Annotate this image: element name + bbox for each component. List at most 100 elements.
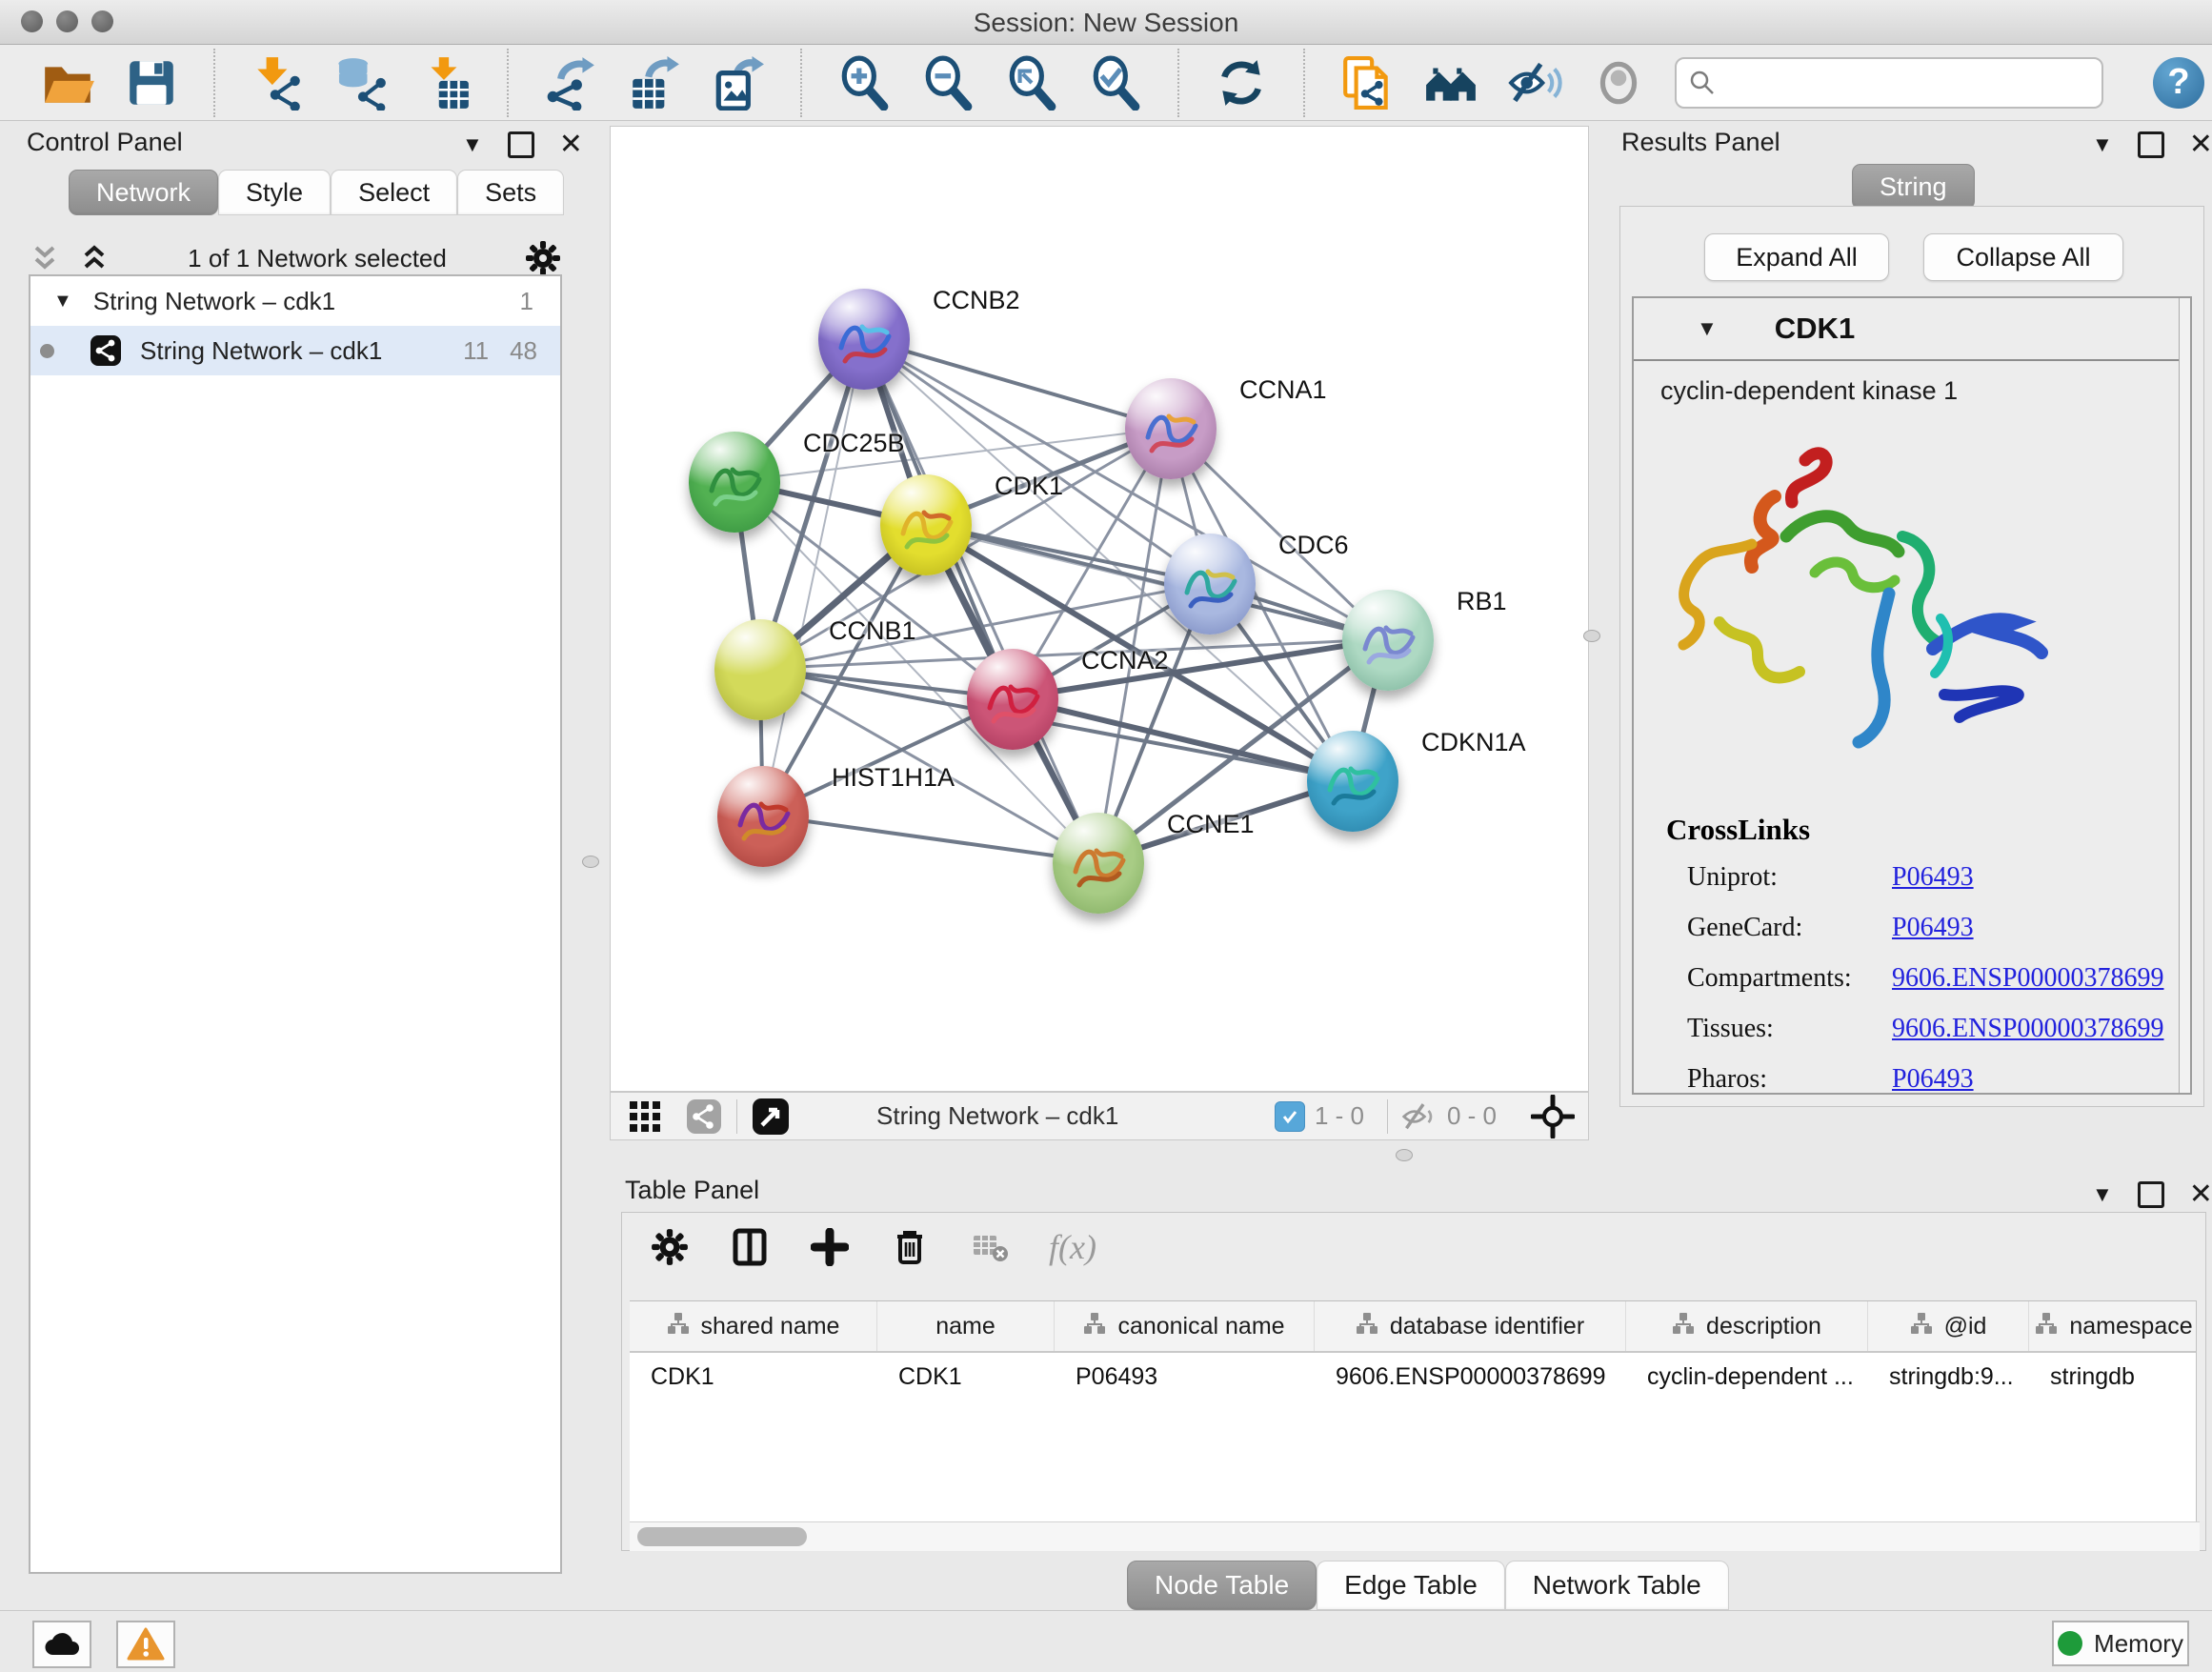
right-splitter-handle[interactable]: [1583, 630, 1600, 642]
node-table: shared name name canonical namedatabase id…: [630, 1300, 2200, 1400]
open-session-icon[interactable]: [40, 55, 95, 111]
column-header-namespace[interactable]: namespace: [2029, 1301, 2200, 1351]
results-scrollbar[interactable]: [2179, 298, 2190, 1093]
network-options-gear-icon[interactable]: [524, 239, 562, 277]
hidden-eye-icon[interactable]: [1401, 1098, 1438, 1135]
grid-view-icon[interactable]: [626, 1098, 664, 1136]
table-cell: CDK1: [630, 1353, 877, 1400]
panel-menu-icon[interactable]: ▼: [462, 132, 483, 157]
table-splitter-handle[interactable]: [1396, 1149, 1413, 1161]
delete-table-icon[interactable]: [969, 1226, 1011, 1268]
table-row[interactable]: CDK1CDK1P064939606.ENSP00000378699cyclin…: [630, 1353, 2200, 1400]
node-CCNA2[interactable]: [967, 649, 1058, 750]
zoom-selected-icon[interactable]: [1088, 55, 1143, 111]
tab-node-table[interactable]: Node Table: [1127, 1561, 1317, 1610]
cloud-button[interactable]: [32, 1621, 91, 1668]
network-tree-child-row[interactable]: String Network – cdk1 11 48: [30, 326, 560, 375]
node-CDKN1A[interactable]: [1307, 731, 1398, 832]
tab-network[interactable]: Network: [69, 170, 218, 215]
detach-view-icon[interactable]: [751, 1097, 791, 1137]
crosslink-link[interactable]: P06493: [1892, 1064, 1974, 1095]
column-header-description[interactable]: description: [1626, 1301, 1868, 1351]
panel-close-icon[interactable]: ✕: [2189, 128, 2212, 161]
import-table-file-icon[interactable]: [417, 55, 473, 111]
panel-float-icon[interactable]: [508, 131, 534, 158]
tab-style[interactable]: Style: [218, 170, 331, 215]
tab-network-table[interactable]: Network Table: [1505, 1561, 1729, 1610]
export-network-icon[interactable]: [543, 55, 598, 111]
node-RB1[interactable]: [1342, 590, 1434, 691]
tab-select[interactable]: Select: [331, 170, 457, 215]
selected-checkbox-icon[interactable]: [1275, 1101, 1305, 1132]
tab-edge-table[interactable]: Edge Table: [1317, 1561, 1505, 1610]
show-columns-icon[interactable]: [729, 1226, 771, 1268]
edge-CCNB2-CCNA1[interactable]: [863, 339, 1169, 429]
table-vertical-scrollbar[interactable]: [2196, 1300, 2205, 1521]
memory-button[interactable]: Memory: [2052, 1621, 2189, 1666]
node-CCNB1[interactable]: [714, 619, 806, 720]
table-options-gear-icon[interactable]: [649, 1226, 691, 1268]
panel-float-icon[interactable]: [2138, 1181, 2164, 1208]
panel-menu-icon[interactable]: ▼: [2092, 1182, 2113, 1207]
node-CDK1[interactable]: [880, 474, 972, 575]
hide-selected-icon[interactable]: [1507, 55, 1562, 111]
node-CCNE1[interactable]: [1053, 813, 1144, 914]
crosslink-link[interactable]: P06493: [1892, 913, 1974, 943]
table-cell: CDK1: [877, 1353, 1055, 1400]
expand-all-button[interactable]: Expand All: [1704, 233, 1889, 281]
column-header-name[interactable]: name: [877, 1301, 1055, 1351]
scrollbar-thumb[interactable]: [637, 1527, 807, 1546]
export-table-icon[interactable]: [627, 55, 682, 111]
column-header-label: name: [935, 1313, 995, 1340]
collapse-all-icon[interactable]: [29, 242, 61, 274]
tree-collapse-icon[interactable]: ▼: [53, 291, 72, 312]
function-builder-icon[interactable]: f(x): [1049, 1227, 1096, 1267]
left-splitter-handle[interactable]: [582, 856, 599, 868]
import-network-file-icon[interactable]: [250, 55, 305, 111]
warnings-button[interactable]: [116, 1621, 175, 1668]
column-header-shared-name[interactable]: shared name: [630, 1301, 877, 1351]
crosslink-link[interactable]: 9606.ENSP00000378699: [1892, 1014, 2163, 1044]
column-header-canonical-name[interactable]: canonical name: [1055, 1301, 1315, 1351]
delete-column-icon[interactable]: [889, 1226, 931, 1268]
edge-CCNE1-HIST1H1A[interactable]: [763, 816, 1097, 862]
network-view-icon[interactable]: [685, 1098, 723, 1136]
column-header-@id[interactable]: @id: [1868, 1301, 2029, 1351]
node-HIST1H1A[interactable]: [717, 766, 809, 867]
help-button[interactable]: ?: [2153, 57, 2204, 109]
tab-sets[interactable]: Sets: [457, 170, 564, 215]
panel-close-icon[interactable]: ✕: [559, 128, 583, 161]
edge-CCNB2-HIST1H1A[interactable]: [763, 339, 864, 816]
network-tree-root-row[interactable]: ▼ String Network – cdk1 1: [30, 276, 560, 326]
collapse-all-button[interactable]: Collapse All: [1923, 233, 2123, 281]
collapse-section-icon[interactable]: ▼: [1697, 316, 1718, 341]
node-CDC6[interactable]: [1164, 534, 1256, 635]
network-canvas[interactable]: CCNB2CCNA1CDC25BCDK1CDC6RB1CCNB1CCNA2CDK…: [610, 126, 1589, 1092]
node-CCNB2[interactable]: [818, 289, 910, 390]
export-image-icon[interactable]: [711, 55, 766, 111]
zoom-in-icon[interactable]: [836, 55, 892, 111]
panel-float-icon[interactable]: [2138, 131, 2164, 158]
new-network-from-selection-icon[interactable]: [1339, 55, 1395, 111]
birdseye-view-icon[interactable]: [1531, 1095, 1575, 1138]
zoom-fit-icon[interactable]: [1004, 55, 1059, 111]
create-column-icon[interactable]: [809, 1226, 851, 1268]
first-neighbors-icon[interactable]: [1423, 55, 1478, 111]
node-CCNA1[interactable]: [1125, 378, 1217, 479]
panel-close-icon[interactable]: ✕: [2189, 1178, 2212, 1211]
import-network-database-icon[interactable]: [333, 55, 389, 111]
panel-menu-icon[interactable]: ▼: [2092, 132, 2113, 157]
node-label-RB1: RB1: [1457, 587, 1507, 616]
expand-all-icon[interactable]: [78, 242, 111, 274]
show-all-icon[interactable]: [1591, 55, 1646, 111]
crosslink-link[interactable]: P06493: [1892, 862, 1974, 893]
column-header-database-identifier[interactable]: database identifier: [1315, 1301, 1626, 1351]
node-CDC25B[interactable]: [689, 432, 780, 533]
gene-section-header[interactable]: ▼ CDK1: [1634, 298, 2190, 361]
search-input[interactable]: [1717, 67, 2101, 98]
crosslink-link[interactable]: 9606.ENSP00000378699: [1892, 963, 2163, 994]
save-session-icon[interactable]: [124, 55, 179, 111]
tab-string[interactable]: String: [1852, 164, 1975, 210]
zoom-out-icon[interactable]: [920, 55, 975, 111]
apply-layout-icon[interactable]: [1214, 55, 1269, 111]
